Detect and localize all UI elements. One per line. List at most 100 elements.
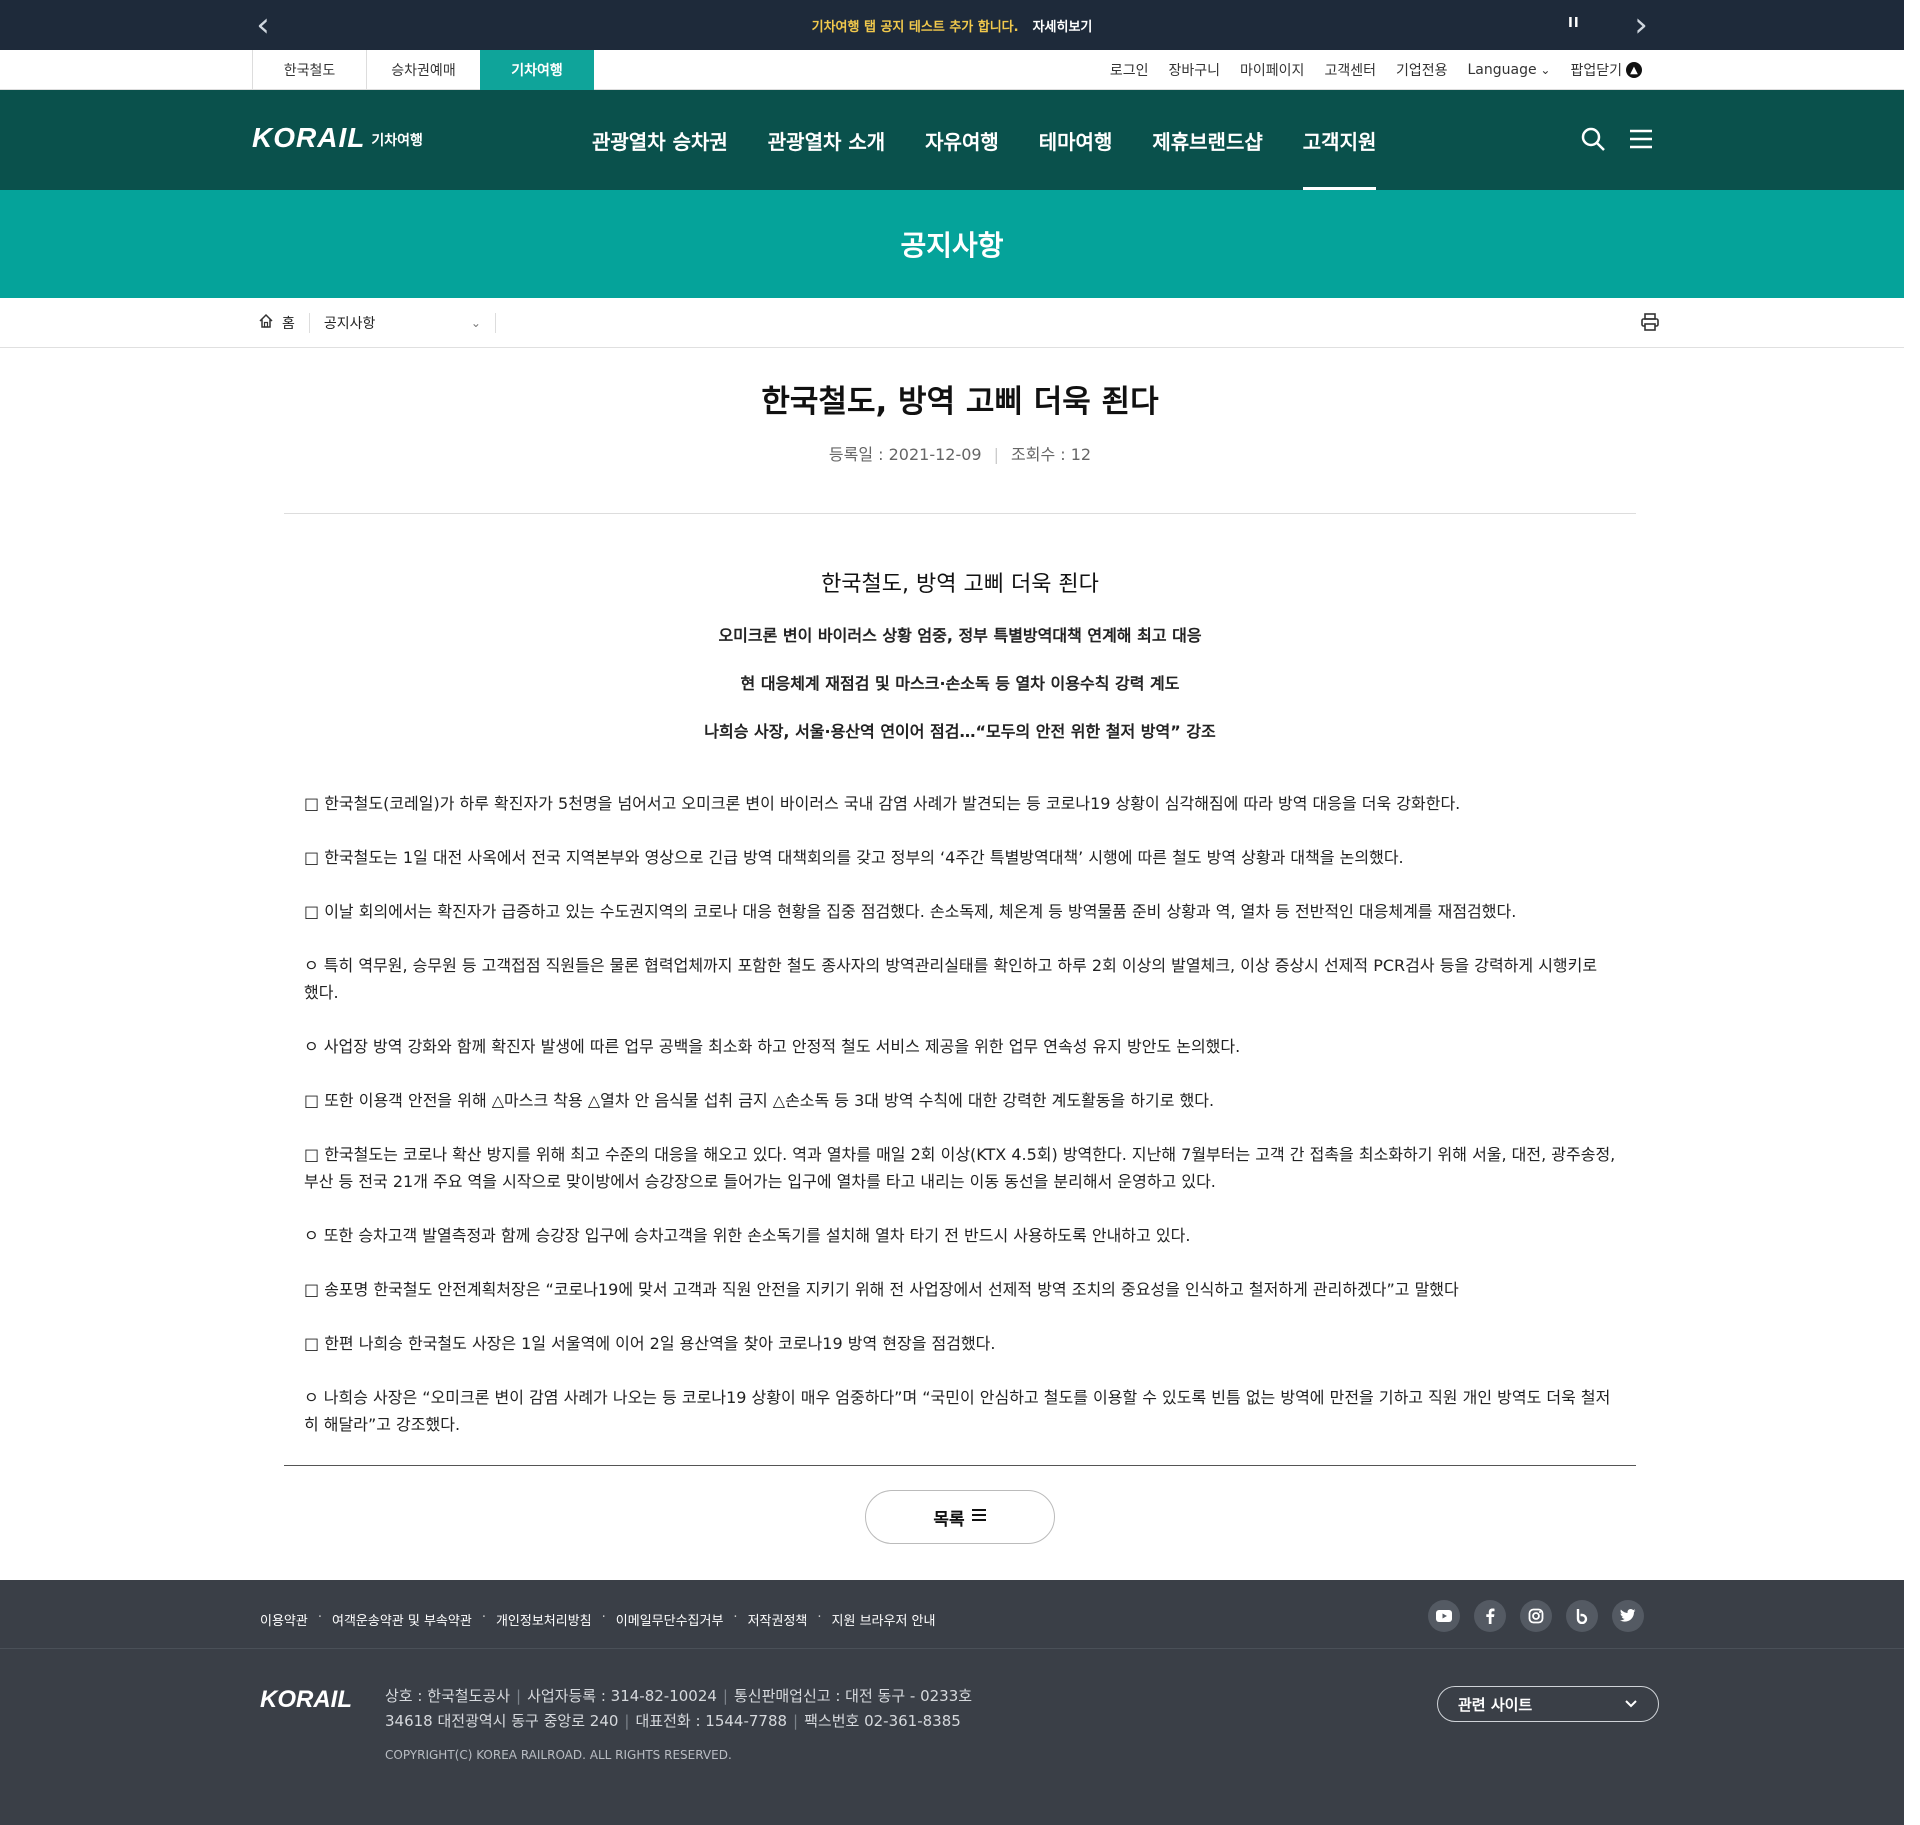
footer-link-separator: · xyxy=(817,1610,822,1625)
article-paragraph: ㅇ 특히 역무원, 승무원 등 고객접점 직원들은 물론 협력업체까지 포함한 … xyxy=(304,956,1598,1002)
related-sites-select[interactable]: 관련 사이트 xyxy=(1437,1686,1659,1722)
footer-links: 이용약관 · 여객운송약관 및 부속약관 · 개인정보처리방침 · 이메일무단수집거부… xyxy=(260,1610,935,1629)
facebook-icon[interactable] xyxy=(1474,1600,1506,1632)
gnb-item-free-travel[interactable]: 자유여행 xyxy=(925,90,999,190)
footer-link-separator: · xyxy=(733,1610,738,1625)
breadcrumb: 홈 공지사항 ⌄ xyxy=(258,298,496,348)
logo-brand: KORAIL xyxy=(252,122,366,153)
logo-sub: 기차여행 xyxy=(371,133,423,149)
popup-close-button[interactable]: 팝업닫기 ▲ xyxy=(1570,60,1642,80)
chevron-down-icon xyxy=(1624,1695,1638,1713)
article-paragraph: □ 송포명 한국철도 안전계획처장은 “코로나19에 맞서 고객과 직원 안전을… xyxy=(304,1280,1459,1299)
article-heading: 한국철도, 방역 고삐 더욱 죈다 xyxy=(821,572,1099,597)
breadcrumb-current-select[interactable]: 공지사항 ⌄ xyxy=(310,313,496,333)
article-subhead: 나희승 사장, 서울·용산역 연이어 점검…“모두의 안전 위한 철저 방역” … xyxy=(704,722,1216,741)
company-info: 상호 : 한국철도공사 | 사업자등록 : 314-82-10024 | 통신판매업신고… xyxy=(385,1684,972,1734)
article-paragraph: □ 이날 회의에서는 확진자가 급증하고 있는 수도권지역의 코로나 대응 현황… xyxy=(304,902,1517,921)
customer-center-link[interactable]: 고객센터 xyxy=(1324,60,1376,80)
announcement-more-link[interactable]: 자세히보기 xyxy=(1033,16,1093,35)
article-subhead: 현 대응체계 재점검 및 마스크·손소독 등 열차 이용수칙 강력 계도 xyxy=(740,674,1180,693)
page-title: 공지사항 xyxy=(900,229,1004,262)
chevron-down-icon: ⌄ xyxy=(470,316,481,330)
corporate-link[interactable]: 기업전용 xyxy=(1396,60,1448,80)
print-icon[interactable] xyxy=(1640,312,1660,336)
breadcrumb-home-label: 홈 xyxy=(282,316,295,332)
footer-link-separator: · xyxy=(481,1610,486,1625)
announcement-bar: ‹ 기차여행 탭 공지 테스트 추가 합니다. 자세히보기 II › xyxy=(0,0,1904,50)
site-tabs: 한국철도 승차권예매 기차여행 xyxy=(252,50,594,90)
article-paragraph: □ 한국철도는 코로나 확산 방지를 위해 최고 수준의 대응을 해오고 있다.… xyxy=(304,1145,1616,1191)
gnb-menu: 관광열차 승차권 관광열차 소개 자유여행 테마여행 제휴브랜드샵 고객지원 xyxy=(592,90,1376,190)
instagram-icon[interactable] xyxy=(1520,1600,1552,1632)
footer-link-copyright[interactable]: 저작권정책 xyxy=(748,1610,808,1629)
breadcrumb-bar: 홈 공지사항 ⌄ xyxy=(0,298,1904,348)
article-meta: 등록일 : 2021-12-09 | 조회수 : 12 xyxy=(284,441,1636,465)
info-separator: | xyxy=(722,1687,728,1705)
login-link[interactable]: 로그인 xyxy=(1110,60,1149,80)
list-icon xyxy=(971,1507,987,1528)
cart-link[interactable]: 장바구니 xyxy=(1169,60,1221,80)
footer-link-passenger-terms[interactable]: 여객운송약관 및 부속약관 xyxy=(332,1610,472,1629)
menu-icon[interactable] xyxy=(1628,126,1654,152)
site-tab-travel[interactable]: 기차여행 xyxy=(480,50,594,90)
company-address: 34618 대전광역시 동구 중앙로 240 xyxy=(385,1712,619,1730)
footer-link-privacy[interactable]: 개인정보처리방침 xyxy=(496,1610,592,1629)
youtube-icon[interactable] xyxy=(1428,1600,1460,1632)
site-tab-ticketing[interactable]: 승차권예매 xyxy=(366,50,480,90)
gnb-item-customer-support[interactable]: 고객지원 xyxy=(1302,90,1376,190)
utility-links: 로그인 장바구니 마이페이지 고객센터 기업전용 Language 팝업닫기 ▲ xyxy=(1110,50,1642,90)
list-button[interactable]: 목록 xyxy=(865,1490,1055,1544)
article-body: □ 한국철도(코레일)가 하루 확진자가 5천명을 넘어서고 오미크론 변이 바… xyxy=(284,790,1636,1438)
meta-divider: | xyxy=(993,445,999,464)
utility-bar: 한국철도 승차권예매 기차여행 로그인 장바구니 마이페이지 고객센터 기업전용… xyxy=(0,50,1904,90)
twitter-icon[interactable] xyxy=(1612,1600,1644,1632)
next-notice-button[interactable]: › xyxy=(1616,0,1666,50)
article-paragraph: □ 한국철도(코레일)가 하루 확진자가 5천명을 넘어서고 오미크론 변이 바… xyxy=(304,794,1461,813)
language-select[interactable]: Language xyxy=(1468,62,1551,78)
search-icon[interactable] xyxy=(1580,126,1606,152)
article-paragraph: ㅇ 나희승 사장은 “오미크론 변이 감염 사례가 나오는 등 코로나19 상황… xyxy=(304,1388,1611,1434)
mypage-link[interactable]: 마이페이지 xyxy=(1240,60,1304,80)
chevron-left-icon: ‹ xyxy=(256,5,270,45)
gnb-item-tour-train-intro[interactable]: 관광열차 소개 xyxy=(768,90,885,190)
article-subhead: 오미크론 변이 바이러스 상황 엄중, 정부 특별방역대책 연계해 최고 대응 xyxy=(718,626,1202,645)
article-views: 조회수 : 12 xyxy=(1011,445,1092,464)
footer-link-terms[interactable]: 이용약관 xyxy=(260,1610,308,1629)
site-tab-korail[interactable]: 한국철도 xyxy=(252,50,366,90)
prev-notice-button[interactable]: ‹ xyxy=(238,0,288,50)
home-icon xyxy=(258,313,274,333)
article-paragraph: ㅇ 사업장 방역 강화와 함께 확진자 발생에 따른 업무 공백을 최소화 하고… xyxy=(304,1037,1241,1056)
divider xyxy=(284,513,1636,514)
gnb-item-theme-travel[interactable]: 테마여행 xyxy=(1039,90,1113,190)
business-number: 사업자등록 : 314-82-10024 xyxy=(527,1687,717,1705)
main-navigation: KORAIL 기차여행 관광열차 승차권 관광열차 소개 자유여행 테마여행 제… xyxy=(0,90,1904,190)
article-paragraph: □ 한국철도는 1일 대전 사옥에서 전국 지역본부와 영상으로 긴급 방역 대… xyxy=(304,848,1404,867)
footer-link-separator: · xyxy=(601,1610,606,1625)
gnb-item-partner-shop[interactable]: 제휴브랜드샵 xyxy=(1152,90,1262,190)
page: ‹ 기차여행 탭 공지 테스트 추가 합니다. 자세히보기 II › 한국철도 … xyxy=(0,0,1904,1825)
info-separator: | xyxy=(624,1712,630,1730)
article-paragraph: □ 또한 이용객 안전을 위해 △마스크 착용 △열차 안 음식물 섭취 금지 … xyxy=(304,1091,1215,1110)
pause-button[interactable]: II xyxy=(1568,16,1580,31)
chevron-right-icon: › xyxy=(1634,5,1648,45)
copyright-text: COPYRIGHT(C) KOREA RAILROAD. ALL RIGHTS … xyxy=(385,1748,732,1762)
list-button-label: 목록 xyxy=(933,1509,965,1530)
popup-close-label: 팝업닫기 xyxy=(1570,63,1622,79)
gnb-item-tour-train-ticket[interactable]: 관광열차 승차권 xyxy=(592,90,728,190)
mail-order-number: 통신판매업신고 : 대전 동구 - 0233호 xyxy=(733,1687,973,1705)
article-paragraph: □ 한편 나희승 한국철도 사장은 1일 서울역에 이어 2일 용산역을 찾아 … xyxy=(304,1334,996,1353)
article-summary: 한국철도, 방역 고삐 더욱 죈다 오미크론 변이 바이러스 상황 엄중, 정부… xyxy=(284,566,1636,742)
footer-link-browser[interactable]: 지원 브라우저 안내 xyxy=(832,1610,936,1629)
blog-icon[interactable] xyxy=(1566,1600,1598,1632)
breadcrumb-home[interactable]: 홈 xyxy=(258,313,310,333)
site-logo[interactable]: KORAIL 기차여행 xyxy=(252,122,423,154)
footer-link-email-refusal[interactable]: 이메일무단수집거부 xyxy=(616,1610,724,1629)
info-separator: | xyxy=(516,1687,522,1705)
article-title: 한국철도, 방역 고삐 더욱 죈다 xyxy=(761,384,1159,420)
announcement-text[interactable]: 기차여행 탭 공지 테스트 추가 합니다. xyxy=(812,16,1019,35)
company-name: 상호 : 한국철도공사 xyxy=(385,1687,510,1705)
divider xyxy=(284,1465,1636,1466)
chevron-up-icon: ▲ xyxy=(1626,62,1642,78)
company-phone: 대표전화 : 1544-7788 xyxy=(635,1712,788,1730)
company-fax: 팩스번호 02-361-8385 xyxy=(804,1712,961,1730)
